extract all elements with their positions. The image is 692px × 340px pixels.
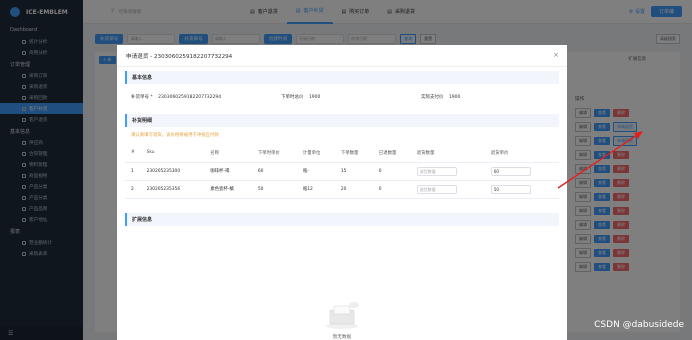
watermark: CSDN @dabusidede (594, 320, 684, 330)
annotation-arrow (557, 131, 643, 189)
